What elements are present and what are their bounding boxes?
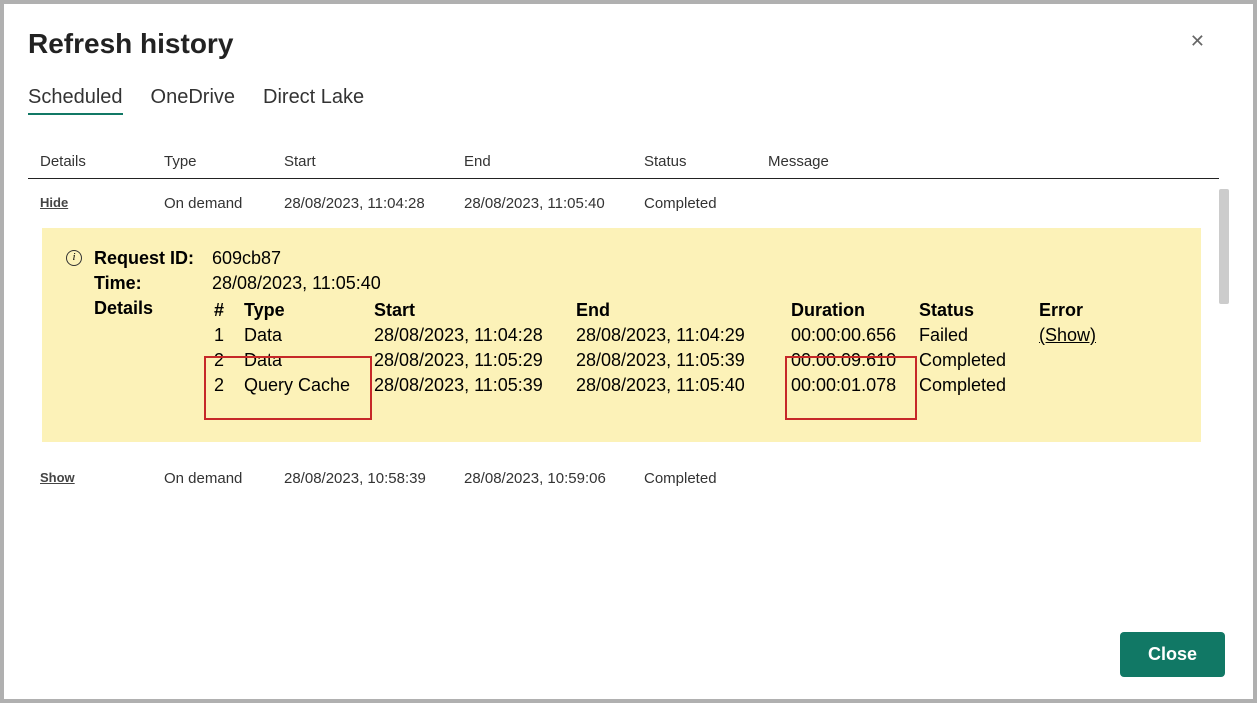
dialog-title: Refresh history bbox=[28, 28, 1229, 60]
row-status: Completed bbox=[644, 470, 768, 487]
subrow-start: 28/08/2023, 11:05:39 bbox=[372, 373, 574, 398]
details-sub-table: # Type Start End Duration Status Error 1… bbox=[212, 298, 1117, 398]
table-header: Details Type Start End Status Message bbox=[28, 153, 1219, 179]
col-status: Status bbox=[644, 153, 768, 170]
row-type: On demand bbox=[164, 470, 284, 487]
error-show-link[interactable]: (Show) bbox=[1037, 323, 1117, 348]
tab-scheduled[interactable]: Scheduled bbox=[28, 86, 123, 115]
subrow-status: Failed bbox=[917, 323, 1037, 348]
subcol-status: Status bbox=[917, 298, 1037, 323]
subcol-type: Type bbox=[242, 298, 372, 323]
scrollbar[interactable] bbox=[1219, 189, 1229, 304]
tab-directlake[interactable]: Direct Lake bbox=[263, 86, 364, 115]
col-message: Message bbox=[768, 153, 1201, 170]
table-row: Hide On demand 28/08/2023, 11:04:28 28/0… bbox=[28, 179, 1219, 228]
subrow-start: 28/08/2023, 11:04:28 bbox=[372, 323, 574, 348]
table-row: Show On demand 28/08/2023, 10:58:39 28/0… bbox=[28, 454, 1219, 503]
toggle-show-link[interactable]: Show bbox=[40, 470, 164, 485]
refresh-history-dialog: ✕ Refresh history Scheduled OneDrive Dir… bbox=[4, 4, 1253, 699]
close-icon[interactable]: ✕ bbox=[1190, 32, 1205, 50]
subrow-error bbox=[1037, 373, 1117, 398]
row-end: 28/08/2023, 10:59:06 bbox=[464, 470, 644, 487]
subrow-type: Data bbox=[242, 323, 372, 348]
info-icon: i bbox=[66, 250, 82, 266]
subcol-duration: Duration bbox=[789, 298, 917, 323]
close-button[interactable]: Close bbox=[1120, 632, 1225, 677]
subrow-status: Completed bbox=[917, 373, 1037, 398]
row-type: On demand bbox=[164, 195, 284, 212]
subrow-end: 28/08/2023, 11:05:40 bbox=[574, 373, 789, 398]
row-end: 28/08/2023, 11:05:40 bbox=[464, 195, 644, 212]
dialog-footer: Close bbox=[1120, 632, 1225, 677]
annotation-box bbox=[204, 356, 372, 420]
request-id-value: 609cb87 bbox=[212, 248, 281, 269]
row-status: Completed bbox=[644, 195, 768, 212]
col-end: End bbox=[464, 153, 644, 170]
subrow-num: 1 bbox=[212, 323, 242, 348]
time-value: 28/08/2023, 11:05:40 bbox=[212, 273, 381, 294]
col-start: Start bbox=[284, 153, 464, 170]
table-body: Hide On demand 28/08/2023, 11:04:28 28/0… bbox=[28, 179, 1229, 599]
request-id-label: Request ID: bbox=[94, 248, 212, 269]
subrow-end: 28/08/2023, 11:05:39 bbox=[574, 348, 789, 373]
row-start: 28/08/2023, 11:04:28 bbox=[284, 195, 464, 212]
row-start: 28/08/2023, 10:58:39 bbox=[284, 470, 464, 487]
subcol-error: Error bbox=[1037, 298, 1117, 323]
annotation-box bbox=[785, 356, 917, 420]
col-type: Type bbox=[164, 153, 284, 170]
subrow-error bbox=[1037, 348, 1117, 373]
subcol-start: Start bbox=[372, 298, 574, 323]
tabs: Scheduled OneDrive Direct Lake bbox=[28, 86, 1229, 115]
subrow-duration: 00:00:00.656 bbox=[789, 323, 917, 348]
time-label: Time: bbox=[94, 273, 212, 294]
toggle-hide-link[interactable]: Hide bbox=[40, 195, 164, 210]
subrow-status: Completed bbox=[917, 348, 1037, 373]
tab-onedrive[interactable]: OneDrive bbox=[151, 86, 235, 115]
details-panel: i Request ID: 609cb87 Time: 28/08/2023, … bbox=[42, 228, 1201, 442]
subcol-num: # bbox=[212, 298, 242, 323]
details-label: Details bbox=[94, 298, 212, 319]
subrow-end: 28/08/2023, 11:04:29 bbox=[574, 323, 789, 348]
col-details: Details bbox=[40, 153, 164, 170]
subcol-end: End bbox=[574, 298, 789, 323]
subrow-start: 28/08/2023, 11:05:29 bbox=[372, 348, 574, 373]
